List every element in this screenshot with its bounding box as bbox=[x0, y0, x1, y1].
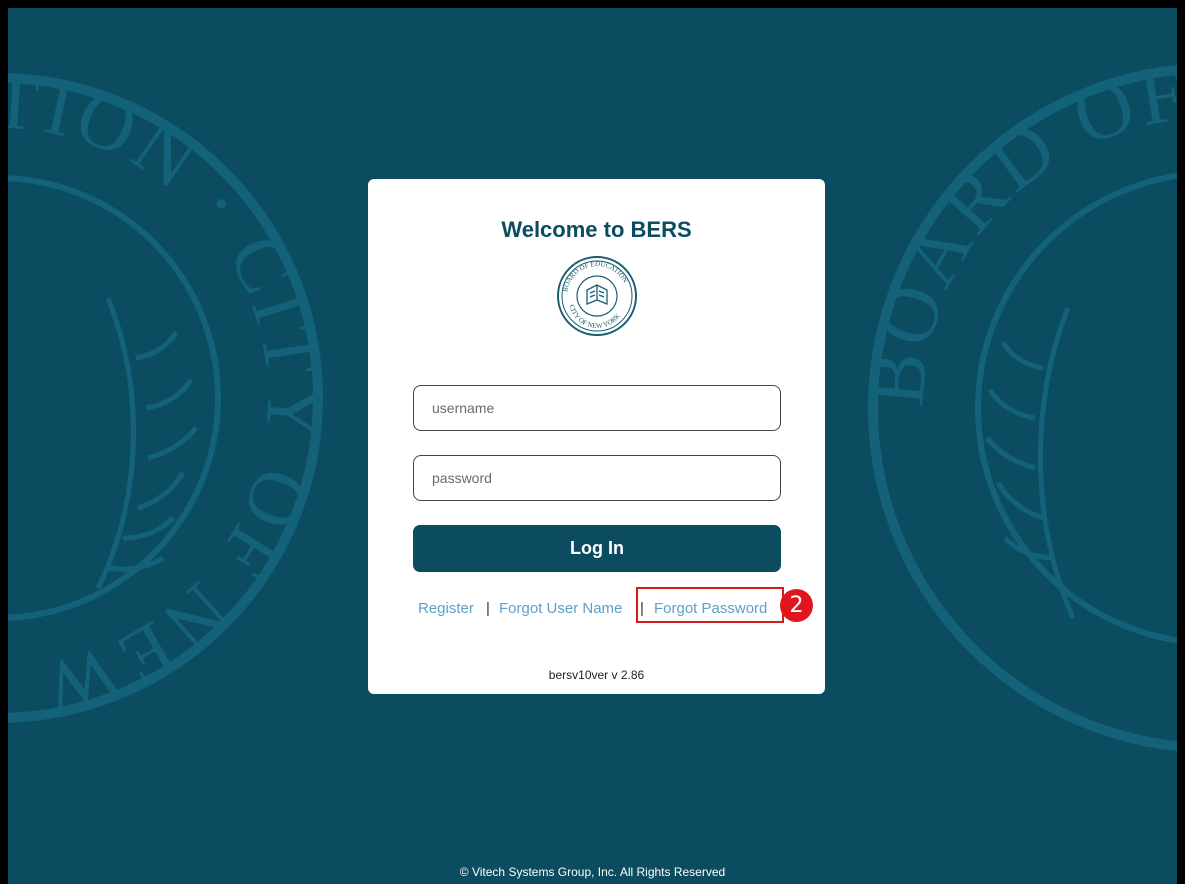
annotation-highlight-box bbox=[636, 587, 784, 623]
login-screen: EDUCATION · CITY OF NEW YORK BOARD OF · … bbox=[8, 8, 1177, 884]
forgot-user-name-link[interactable]: Forgot User Name bbox=[499, 600, 622, 617]
svg-text:EDUCATION · CITY OF NEW YORK: EDUCATION · CITY OF NEW YORK bbox=[8, 68, 328, 728]
background-seal-right: BOARD OF · CITY OF NEW YORK bbox=[863, 58, 1177, 758]
copyright-footer: © Vitech Systems Group, Inc. All Rights … bbox=[459, 865, 726, 879]
svg-text:BOARD OF · CITY OF NEW YORK: BOARD OF · CITY OF NEW YORK bbox=[863, 58, 1177, 758]
username-input[interactable] bbox=[413, 385, 781, 431]
welcome-title: Welcome to BERS bbox=[501, 217, 692, 242]
link-separator: | bbox=[486, 600, 490, 617]
version-label: bersv10ver v 2.86 bbox=[548, 668, 645, 682]
step-number-badge: 2 bbox=[780, 589, 813, 622]
login-button[interactable]: Log In bbox=[413, 525, 781, 572]
login-card: Welcome to BERS BOARD OF EDUCATION CITY … bbox=[368, 179, 825, 694]
board-of-education-seal-logo: BOARD OF EDUCATION CITY OF NEW YORK bbox=[557, 256, 637, 336]
password-input[interactable] bbox=[413, 455, 781, 501]
background-seal-left: EDUCATION · CITY OF NEW YORK bbox=[8, 68, 328, 728]
register-link[interactable]: Register bbox=[418, 600, 474, 617]
